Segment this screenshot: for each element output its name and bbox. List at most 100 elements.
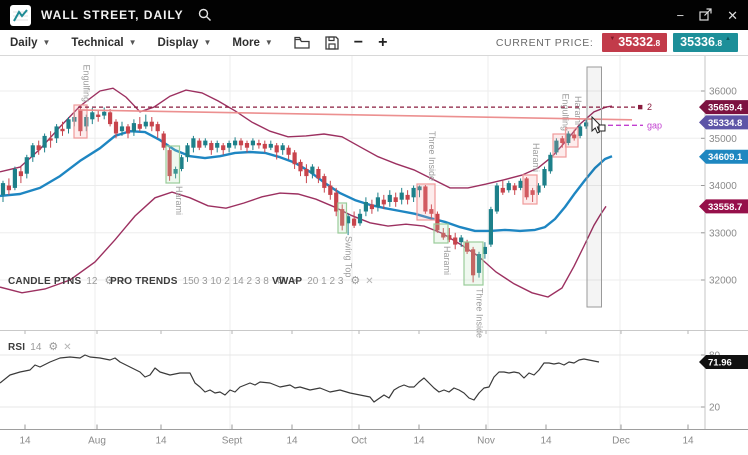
candle-body bbox=[548, 155, 552, 172]
candle-body bbox=[382, 200, 386, 205]
indicator-name: VWAP bbox=[272, 276, 302, 287]
pattern-label: Three Inside bbox=[427, 131, 437, 181]
candle-body bbox=[7, 186, 11, 191]
time-tick-label: Sept bbox=[222, 436, 243, 447]
candle-body bbox=[156, 124, 160, 131]
buy-price-button[interactable]: 35336 8 ▲ bbox=[673, 33, 738, 52]
candle-body bbox=[37, 145, 41, 150]
pattern-box bbox=[566, 128, 579, 147]
gear-icon[interactable]: ⚙ bbox=[350, 276, 360, 287]
menu-timeframe[interactable]: Daily ▼ bbox=[10, 37, 50, 49]
chevron-down-icon: ▼ bbox=[129, 38, 137, 47]
candle-body bbox=[495, 186, 499, 212]
time-tick-label: 14 bbox=[540, 436, 552, 447]
candle-body bbox=[316, 169, 320, 178]
pattern-label: Engulfing bbox=[82, 64, 92, 102]
indicator-name: RSI bbox=[8, 342, 25, 353]
price-chart-svg: 36000350003400033000320008020EngulfingHa… bbox=[0, 56, 748, 455]
rsi-value-tag-value: 71.96 bbox=[708, 358, 732, 369]
candle-body bbox=[203, 141, 207, 146]
pattern-label: Engulfing bbox=[561, 93, 571, 131]
titlebar: WALL STREET, DAILY − ✕ bbox=[0, 0, 748, 30]
candle-body bbox=[358, 214, 362, 224]
candle-body bbox=[55, 126, 59, 138]
candle-body bbox=[60, 129, 64, 131]
rsi-line bbox=[0, 355, 599, 402]
time-tick-label: 14 bbox=[682, 436, 694, 447]
current-price-label: CURRENT PRICE: bbox=[496, 37, 593, 49]
trend-line bbox=[78, 110, 632, 120]
popout-icon[interactable] bbox=[699, 8, 712, 23]
pattern-label: Harami bbox=[531, 143, 541, 172]
save-icon[interactable] bbox=[325, 36, 339, 50]
selection-region[interactable] bbox=[587, 67, 602, 307]
menu-more-label: More bbox=[232, 37, 259, 49]
pattern-label: Swing Top bbox=[343, 236, 353, 277]
indicator-pro-trends: PRO TRENDS 150 3 10 2 14 2 3 8 ⚙ ✕ bbox=[110, 276, 299, 287]
candle-body bbox=[489, 209, 493, 245]
candle-body bbox=[239, 141, 243, 146]
pattern-box bbox=[166, 146, 180, 183]
search-icon[interactable] bbox=[198, 8, 212, 22]
zoom-out-button[interactable]: − bbox=[354, 35, 363, 51]
candle-body bbox=[310, 167, 314, 174]
price-tag-value: 35659.4 bbox=[708, 103, 743, 114]
rsi-tick-label: 20 bbox=[709, 403, 721, 414]
current-price-group: CURRENT PRICE: ▼ 35332 8 35336 8 ▲ bbox=[496, 33, 738, 52]
indicator-params: 20 1 2 3 bbox=[307, 276, 343, 287]
open-folder-icon[interactable] bbox=[294, 36, 310, 49]
candle-body bbox=[281, 145, 285, 150]
chart-area[interactable]: 36000350003400033000320008020EngulfingHa… bbox=[0, 56, 748, 455]
candle-body bbox=[191, 138, 195, 147]
candle-body bbox=[328, 186, 332, 195]
candle-body bbox=[108, 112, 112, 124]
pattern-label: Harami bbox=[573, 96, 583, 125]
candle-body bbox=[394, 197, 398, 202]
candle-body bbox=[31, 145, 35, 157]
candle-body bbox=[269, 144, 273, 148]
close-button[interactable]: ✕ bbox=[727, 9, 738, 22]
candle-body bbox=[150, 122, 154, 127]
candle-body bbox=[245, 143, 249, 148]
candle-body bbox=[388, 195, 392, 202]
indicator-name: PRO TRENDS bbox=[110, 276, 178, 287]
price-tag-value: 35334.8 bbox=[708, 118, 742, 129]
menu-technical-label: Technical bbox=[71, 37, 123, 49]
minimize-button[interactable]: − bbox=[677, 9, 685, 22]
menu-timeframe-label: Daily bbox=[10, 37, 38, 49]
gear-icon[interactable]: ⚙ bbox=[48, 342, 58, 353]
buy-price-value: 35336 bbox=[680, 35, 715, 49]
candle-body bbox=[102, 112, 106, 116]
menu-display[interactable]: Display ▼ bbox=[158, 37, 212, 49]
candle-body bbox=[162, 134, 166, 148]
candle-body bbox=[43, 136, 47, 148]
menu-technical[interactable]: Technical ▼ bbox=[71, 37, 136, 49]
candle-body bbox=[542, 169, 546, 186]
zoom-in-button[interactable]: + bbox=[378, 35, 387, 51]
candle-body bbox=[221, 145, 225, 150]
price-tag-value: 33558.7 bbox=[708, 202, 742, 213]
pattern-box bbox=[523, 175, 537, 204]
candle-body bbox=[304, 169, 308, 176]
price-tick-label: 36000 bbox=[709, 87, 737, 98]
candle-body bbox=[352, 219, 356, 226]
close-icon[interactable]: ✕ bbox=[63, 343, 71, 353]
candle-body bbox=[227, 143, 231, 148]
menu-more[interactable]: More ▼ bbox=[232, 37, 272, 49]
pattern-box bbox=[338, 203, 347, 233]
chevron-down-icon: ▼ bbox=[203, 38, 211, 47]
price-tick-label: 33000 bbox=[709, 228, 737, 239]
sell-price-decimal: 8 bbox=[653, 38, 660, 48]
price-tag-value: 34609.1 bbox=[708, 152, 743, 163]
candle-body bbox=[90, 112, 94, 119]
close-icon[interactable]: ✕ bbox=[365, 277, 373, 287]
sell-price-button[interactable]: ▼ 35332 8 bbox=[602, 33, 667, 52]
candle-body bbox=[25, 157, 29, 174]
candle-body bbox=[406, 195, 410, 200]
candle-body bbox=[275, 145, 279, 152]
indicator-vwap: VWAP 20 1 2 3 ⚙ ✕ bbox=[272, 276, 374, 287]
candle-body bbox=[126, 126, 130, 133]
candle-body bbox=[293, 152, 297, 164]
candle-body bbox=[364, 202, 368, 212]
trading-chart-window: WALL STREET, DAILY − ✕ Daily ▼ Technica bbox=[0, 0, 748, 455]
